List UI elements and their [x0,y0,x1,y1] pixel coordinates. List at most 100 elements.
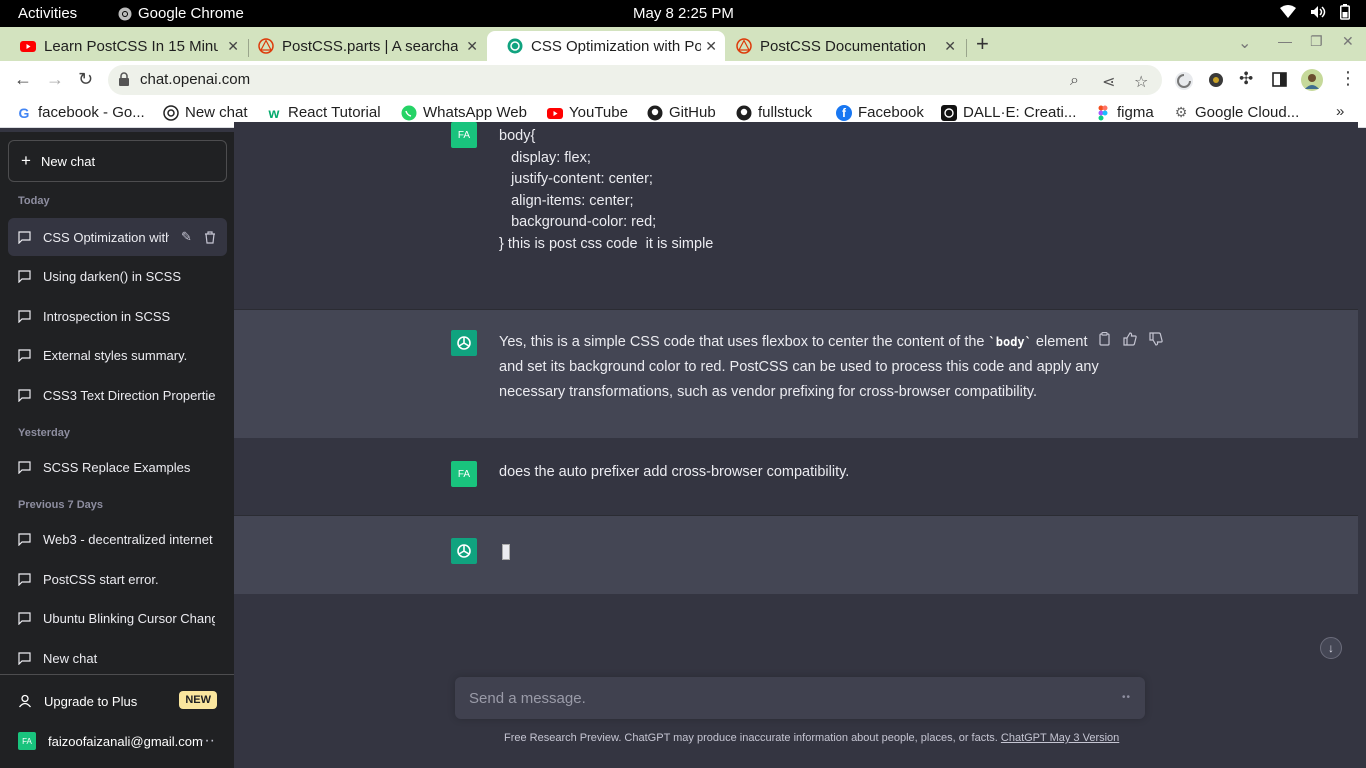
account-menu[interactable]: FA faizoofaizanali@gmail.com ··· [8,721,227,761]
share-icon[interactable]: ⋖ [1102,72,1115,92]
minimize-icon[interactable]: — [1278,33,1292,49]
new-chat-label: New chat [40,153,96,169]
version-link[interactable]: ChatGPT May 3 Version [1001,732,1119,744]
message-input[interactable] [455,677,1105,719]
bookmark-github[interactable]: GitHub [647,104,716,121]
bookmark-youtube[interactable]: YouTube [547,104,628,121]
thumbs-up-icon[interactable] [1123,332,1137,346]
conversation-item[interactable]: Web3 - decentralized internet [8,520,227,558]
profile-avatar-icon[interactable] [1301,69,1323,91]
conversation-item[interactable]: External styles summary. [8,336,227,374]
browser-toolbar: ← → ↻ chat.openai.com ⌕ ⋖ ☆ ✣ ⋮ [0,61,1366,98]
upgrade-button[interactable]: Upgrade to Plus NEW [8,681,227,721]
trash-icon[interactable] [204,230,216,244]
new-badge: NEW [179,691,217,709]
conversation-title: PostCSS start error. [43,571,159,587]
reload-icon[interactable]: ↻ [78,69,93,90]
bookmark-facebook-google[interactable]: G facebook - Go... [16,104,145,121]
bookmark-label: React Tutorial [288,104,381,121]
conversation-title: Introspection in SCSS [43,308,171,324]
new-tab-button[interactable]: + [976,31,989,57]
tab-postcss-parts[interactable]: PostCSS.parts | A searchal ✕ [238,31,486,61]
send-icon[interactable]: •• [1122,692,1131,703]
typing-cursor [502,544,510,560]
tab-search-icon[interactable]: ⌄ [1238,33,1251,53]
close-window-icon[interactable]: ✕ [1342,33,1354,50]
copy-icon[interactable] [1098,332,1111,346]
bookmark-figma[interactable]: figma [1095,104,1154,121]
chat-bubble-icon [18,460,31,474]
wifi-icon [1280,5,1296,18]
chat-main: FA body{ display: flex; justify-content:… [234,122,1366,768]
conversation-item[interactable]: New chat [8,639,227,677]
bookmark-whatsapp[interactable]: WhatsApp Web [401,104,527,121]
forward-icon[interactable]: → [46,69,64,90]
bookmark-label: facebook - Go... [38,104,145,121]
user-message: FA does the auto prefixer add cross-brow… [234,438,1358,516]
side-panel-icon[interactable] [1272,72,1287,87]
bookmark-react-tutorial[interactable]: w React Tutorial [266,104,381,121]
conversation-title: External styles summary. [43,347,188,363]
sidebar-footer [0,674,234,675]
user-email: faizoofaizanali@gmail.com [48,733,203,749]
assistant-message: Yes, this is a simple CSS code that uses… [234,310,1358,438]
tab-css-optimization[interactable]: CSS Optimization with Po ✕ [487,31,725,61]
chat-bubble-icon [18,348,31,362]
bookmark-dalle[interactable]: DALL·E: Creati... [941,104,1076,121]
chrome-icon [118,7,132,20]
tab-learn-postcss[interactable]: Learn PostCSS In 15 Minut ✕ [0,31,247,61]
chat-bubble-icon [18,651,31,665]
clock[interactable]: May 8 2:25 PM [633,5,734,22]
conversation-item[interactable]: PostCSS start error. [8,560,227,598]
bookmark-label: WhatsApp Web [423,104,527,121]
chatgpt-avatar [451,330,477,356]
conversation-item[interactable]: CSS Optimization with ✎ [8,218,227,256]
tab-title: PostCSS Documentation [760,37,926,55]
chrome-menu-icon[interactable]: ⋮ [1339,68,1357,89]
thumbs-down-icon[interactable] [1149,332,1163,346]
conversation-item[interactable]: Ubuntu Blinking Cursor Chang [8,599,227,637]
new-chat-button[interactable]: + New chat [8,140,227,182]
conversation-item[interactable]: Using darken() in SCSS [8,257,227,295]
more-bookmarks-icon[interactable]: » [1336,103,1344,120]
message-actions [1098,332,1163,346]
message-line: display: flex; [499,149,591,166]
system-tray[interactable] [1280,4,1350,20]
conversation-item[interactable]: SCSS Replace Examples [8,448,227,486]
avatar: FA [451,122,477,148]
bookmark-new-chat[interactable]: New chat [163,104,248,121]
edit-icon[interactable]: ✎ [181,229,192,245]
tab-postcss-docs[interactable]: PostCSS Documentation ✕ [716,31,964,61]
close-tab-icon[interactable]: ✕ [466,38,478,55]
zoom-icon[interactable]: ⌕ [1070,72,1079,90]
bookmark-google-cloud[interactable]: ⚙ Google Cloud... [1173,104,1300,121]
extension-loading-icon[interactable] [1174,71,1194,91]
extensions-puzzle-icon[interactable]: ✣ [1239,69,1253,89]
extension-dark-icon[interactable] [1208,72,1224,88]
close-tab-icon[interactable]: ✕ [944,38,956,55]
bookmark-star-icon[interactable]: ☆ [1134,72,1148,92]
openai-icon [163,104,179,121]
back-icon[interactable]: ← [14,69,32,90]
conversation-item[interactable]: CSS3 Text Direction Properties [8,376,227,414]
bookmark-fullstuck[interactable]: fullstuck [736,104,812,121]
tab-strip: Learn PostCSS In 15 Minut ✕ PostCSS.part… [0,27,1366,61]
conversation-item[interactable]: Introspection in SCSS [8,297,227,335]
section-previous: Previous 7 Days [18,499,103,511]
chat-bubble-icon [18,572,31,586]
activities-button[interactable]: Activities [18,5,77,22]
scroll-down-button[interactable]: ↓ [1320,637,1342,659]
message-part: Yes, this is a simple CSS code that uses… [499,334,989,350]
openai-logo-icon [457,544,471,558]
address-bar[interactable]: chat.openai.com ⌕ ⋖ ☆ [108,65,1162,95]
url-text: chat.openai.com [140,71,251,88]
more-options-icon[interactable]: ··· [199,732,215,750]
app-menu[interactable]: Google Chrome [118,5,244,22]
bookmark-label: DALL·E: Creati... [963,104,1077,121]
battery-icon [1340,4,1350,20]
chat-bubble-icon [18,611,31,625]
maximize-icon[interactable]: ❐ [1310,33,1323,50]
bookmark-facebook[interactable]: f Facebook [836,104,924,121]
conversation-title: CSS3 Text Direction Properties [43,387,215,403]
postcss-icon [736,38,752,54]
